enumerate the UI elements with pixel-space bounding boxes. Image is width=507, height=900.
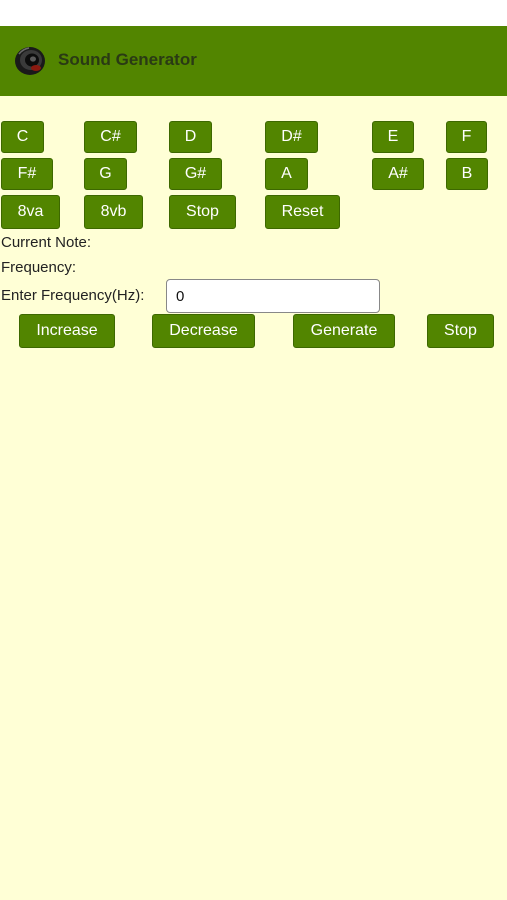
- note-button-e[interactable]: E: [372, 121, 414, 153]
- note-button-c-sharp[interactable]: C#: [84, 121, 137, 153]
- note-button-a-sharp[interactable]: A#: [372, 158, 424, 190]
- note-button-g[interactable]: G: [84, 158, 127, 190]
- note-button-g-sharp[interactable]: G#: [169, 158, 222, 190]
- app-title: Sound Generator: [58, 50, 197, 69]
- note-button-d-sharp[interactable]: D#: [265, 121, 318, 153]
- frequency-input[interactable]: [166, 279, 380, 313]
- note-button-f-sharp[interactable]: F#: [1, 158, 53, 190]
- current-note-label: Current Note:: [1, 234, 92, 251]
- stop-button[interactable]: Stop: [427, 314, 494, 348]
- status-bar: [0, 0, 507, 26]
- note-button-d[interactable]: D: [169, 121, 212, 153]
- stop-note-button[interactable]: Stop: [169, 195, 236, 229]
- note-button-c[interactable]: C: [1, 121, 44, 153]
- octave-down-button[interactable]: 8vb: [84, 195, 143, 229]
- note-button-b[interactable]: B: [446, 158, 488, 190]
- frequency-label: Frequency:: [1, 259, 77, 276]
- speaker-icon: [15, 47, 45, 75]
- note-button-a[interactable]: A: [265, 158, 308, 190]
- app-header: Sound Generator: [0, 26, 507, 96]
- note-button-f[interactable]: F: [446, 121, 487, 153]
- generate-button[interactable]: Generate: [293, 314, 395, 348]
- decrease-button[interactable]: Decrease: [152, 314, 255, 348]
- enter-frequency-label: Enter Frequency(Hz):: [1, 287, 145, 304]
- increase-button[interactable]: Increase: [19, 314, 115, 348]
- octave-up-button[interactable]: 8va: [1, 195, 60, 229]
- reset-button[interactable]: Reset: [265, 195, 340, 229]
